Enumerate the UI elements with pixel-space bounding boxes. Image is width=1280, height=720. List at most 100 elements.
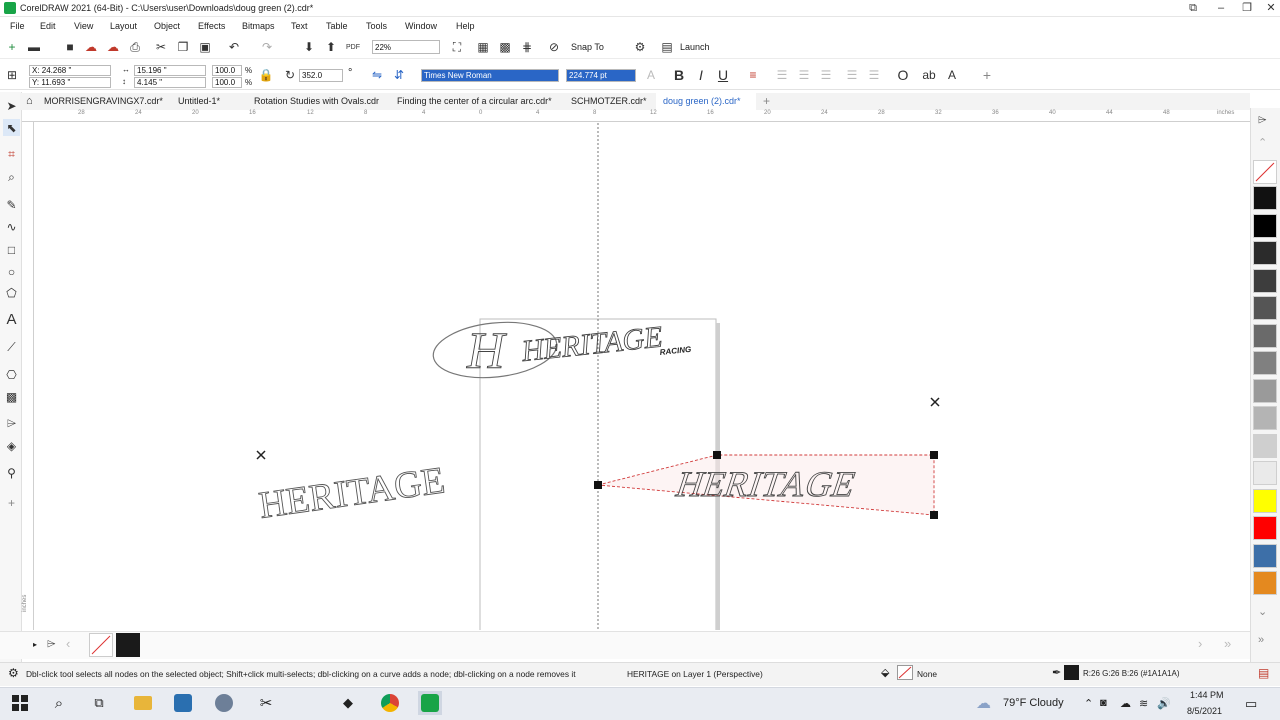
snap-off-icon[interactable]: ⊘ xyxy=(546,39,562,55)
increase-indent-icon[interactable]: ☰ xyxy=(866,67,882,83)
palette-swatch[interactable] xyxy=(1253,241,1277,265)
show-rulers-icon[interactable]: ▦ xyxy=(475,39,491,55)
menu-object[interactable]: Object xyxy=(154,21,180,31)
full-screen-icon[interactable]: ⛶ xyxy=(449,39,465,55)
palette-swatch[interactable] xyxy=(1253,406,1277,430)
cut-icon[interactable]: ✂ xyxy=(153,39,169,55)
palette-swatch[interactable] xyxy=(1253,571,1277,595)
wifi-icon[interactable]: ≋ xyxy=(1139,697,1148,710)
shape-tool-icon[interactable]: ⬉ xyxy=(3,119,20,136)
undo-icon[interactable]: ↶ xyxy=(226,39,242,55)
character-formatting-icon[interactable]: A xyxy=(944,67,960,83)
publish-pdf-icon[interactable]: PDF xyxy=(345,39,361,55)
menu-table[interactable]: Table xyxy=(326,21,348,31)
launch-icon[interactable]: ▤ xyxy=(659,39,675,55)
eyedropper-tool-icon[interactable]: ⌲ xyxy=(3,415,20,432)
home-icon[interactable]: ⌂ xyxy=(26,95,33,107)
save-icon[interactable]: ■ xyxy=(62,39,78,55)
palette-swatch[interactable] xyxy=(1253,461,1277,485)
paste-icon[interactable]: ▣ xyxy=(197,39,213,55)
tab-untitled[interactable]: Untitled-1* xyxy=(178,96,220,106)
outline-pen-icon[interactable]: ✒ xyxy=(1052,666,1061,679)
zoom-tool-icon[interactable]: ⌕ xyxy=(3,169,20,186)
mirror-horizontal-icon[interactable]: ⇋ xyxy=(369,67,385,83)
drop-cap-icon[interactable]: ☰ xyxy=(818,67,834,83)
interactive-fill-icon[interactable]: ◈ xyxy=(3,437,20,454)
horizontal-ruler[interactable]: 28 24 20 16 12 8 4 0 4 8 12 16 20 24 28 … xyxy=(22,110,1250,122)
show-grid-icon[interactable]: ▩ xyxy=(497,39,513,55)
artistic-media-icon[interactable]: ∿ xyxy=(3,218,20,235)
text-tool-icon[interactable]: A xyxy=(3,311,20,328)
copy-icon[interactable]: ❐ xyxy=(175,39,191,55)
y-position-field[interactable]: Y: 11.693 " xyxy=(29,77,111,88)
palette-swatch[interactable] xyxy=(1253,433,1277,458)
parallel-dimension-icon[interactable]: ⟋ xyxy=(3,339,20,356)
fill-swatch[interactable] xyxy=(897,665,913,680)
app-taskbar-icon[interactable] xyxy=(212,691,236,715)
tab-schmotzer[interactable]: SCHMOTZER.cdr* xyxy=(571,96,647,106)
outline-swatch[interactable] xyxy=(1064,665,1079,680)
minimize-button[interactable]: – xyxy=(1208,0,1234,17)
decrease-indent-icon[interactable]: ☰ xyxy=(844,67,860,83)
connector-tool-icon[interactable]: ⎔ xyxy=(3,366,20,383)
options-gear-icon[interactable]: ⚙ xyxy=(632,39,648,55)
text-alignment-icon[interactable]: ≡ xyxy=(745,67,761,83)
snap-to-dropdown[interactable]: Snap To xyxy=(571,42,604,52)
palette-swatch[interactable] xyxy=(1253,543,1277,568)
transparency-tool-icon[interactable]: ▩ xyxy=(3,388,20,405)
cloud-download-icon[interactable]: ☁ xyxy=(105,39,121,55)
docpal-no-color-swatch[interactable] xyxy=(89,633,113,657)
smart-fill-icon[interactable]: ⚲ xyxy=(3,464,20,481)
new-document-icon[interactable]: + xyxy=(4,39,20,55)
menu-window[interactable]: Window xyxy=(405,21,437,31)
coreldraw-active-taskbar-icon[interactable] xyxy=(418,691,442,715)
drive-taskbar-icon[interactable]: ◆ xyxy=(336,691,360,715)
add-toolbar-item-icon[interactable]: + xyxy=(979,67,995,83)
onedrive-icon[interactable]: ☁ xyxy=(1120,697,1131,710)
mirror-vertical-icon[interactable]: ⇵ xyxy=(391,67,407,83)
docpal-scroll-right-icon[interactable]: › xyxy=(1198,636,1202,651)
menu-view[interactable]: View xyxy=(74,21,93,31)
tab-doug-green[interactable]: doug green (2).cdr* xyxy=(663,96,741,106)
coreldraw-taskbar-icon[interactable] xyxy=(171,691,195,715)
palette-swatch[interactable] xyxy=(1253,323,1277,348)
lock-ratio-icon[interactable]: 🔒 xyxy=(258,67,274,83)
docpal-expand-icon[interactable]: ▸ xyxy=(33,640,37,649)
edit-text-icon[interactable]: ab xyxy=(921,67,937,83)
menu-effects[interactable]: Effects xyxy=(198,21,225,31)
clock-time[interactable]: 1:44 PM xyxy=(1190,690,1224,700)
notification-icon[interactable]: ▭ xyxy=(1245,696,1257,712)
close-button[interactable]: ✕ xyxy=(1258,0,1280,17)
docpal-scroll-left-icon[interactable]: ‹ xyxy=(66,636,70,651)
palette-swatch[interactable] xyxy=(1253,186,1277,210)
height-field[interactable]: 4.145 " xyxy=(134,77,206,88)
capture-taskbar-icon[interactable]: ✂ xyxy=(254,691,278,715)
fill-bucket-icon[interactable]: ⬙ xyxy=(881,666,889,679)
scale-width-field[interactable]: 100.0 xyxy=(212,65,242,76)
cloud-upload-icon[interactable]: ☁ xyxy=(83,39,99,55)
menu-file[interactable]: File xyxy=(10,21,25,31)
maximize-button[interactable]: ❐ xyxy=(1234,0,1260,17)
palette-flyout-icon[interactable]: » xyxy=(1258,634,1264,646)
tab-morrisengraving[interactable]: MORRISENGRAVINGX7.cdr* xyxy=(44,96,163,106)
chrome-taskbar-icon[interactable] xyxy=(378,691,402,715)
tab-circular-arc[interactable]: Finding the center of a circular arc.cdr… xyxy=(397,96,552,106)
docpal-scroll-end-icon[interactable]: » xyxy=(1224,636,1231,651)
tab-rotation-studies[interactable]: Rotation Studies with Ovals.cdr xyxy=(254,96,379,106)
palette-swatch[interactable] xyxy=(1253,488,1277,513)
drawing-canvas[interactable]: H HERITAGE RACING HERITAGE HERITAGE xyxy=(35,123,1250,630)
vertical-ruler[interactable]: inches xyxy=(22,122,34,630)
menu-help[interactable]: Help xyxy=(456,21,475,31)
task-view-icon[interactable]: ⧉ xyxy=(87,691,111,715)
help-pin-icon[interactable]: ⧉ xyxy=(1180,0,1206,17)
export-icon[interactable]: ⬆ xyxy=(323,39,339,55)
docpal-eyedropper-icon[interactable]: ⌲ xyxy=(47,638,56,651)
network-icon[interactable]: ◙ xyxy=(1100,697,1107,709)
show-guidelines-icon[interactable]: ⋕ xyxy=(519,39,535,55)
color-proof-icon[interactable]: ▤ xyxy=(1258,666,1269,680)
palette-swatch[interactable] xyxy=(1253,378,1277,403)
menu-bitmaps[interactable]: Bitmaps xyxy=(242,21,275,31)
opentype-icon[interactable]: O xyxy=(895,67,911,83)
crop-tool-icon[interactable]: ⌗ xyxy=(3,146,20,163)
rotation-angle-field[interactable]: 352.0 xyxy=(299,69,343,82)
